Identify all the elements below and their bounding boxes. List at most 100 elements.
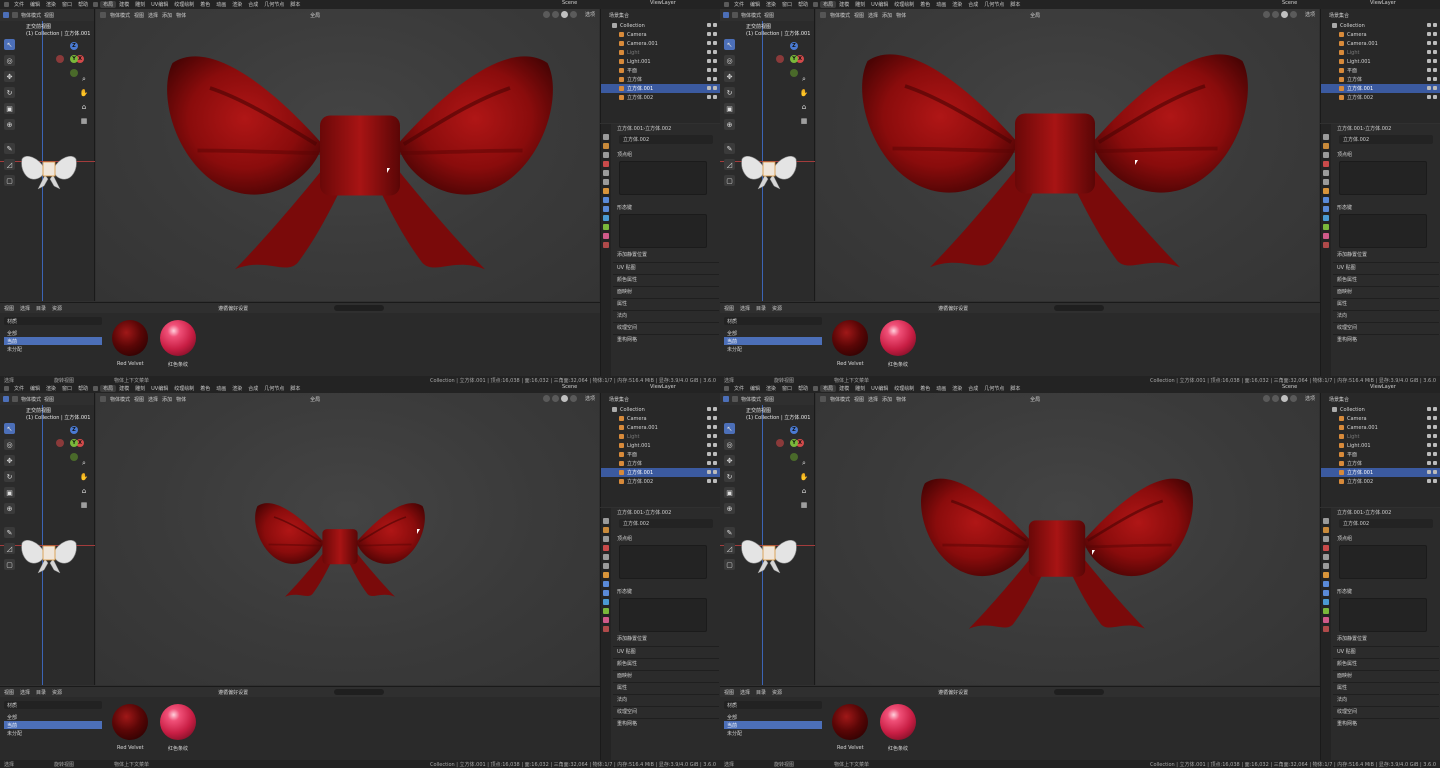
menu-item[interactable]: 着色 (197, 1, 213, 8)
menu-item[interactable]: 几何节点 (261, 1, 287, 8)
viewport-menu-item[interactable]: 选择 (868, 396, 878, 403)
red-bow-model[interactable] (252, 484, 428, 605)
menu-item[interactable]: 合成 (245, 385, 261, 392)
camera-icon[interactable] (713, 461, 717, 465)
cursor-icon[interactable]: ◎ (724, 55, 735, 66)
material-thumb-pink[interactable] (160, 704, 196, 740)
menu-item[interactable]: 渲染 (229, 1, 245, 8)
properties-tab-icon[interactable] (603, 599, 609, 605)
properties-tab-icon[interactable] (603, 224, 609, 230)
menu-item[interactable]: 几何节点 (981, 385, 1007, 392)
camera-icon[interactable] (1433, 416, 1437, 420)
eye-icon[interactable] (707, 68, 711, 72)
scale-icon[interactable]: ▣ (4, 487, 15, 498)
eye-icon[interactable] (1427, 461, 1431, 465)
camera-icon[interactable] (1433, 68, 1437, 72)
menu-item[interactable]: 合成 (965, 1, 981, 8)
menu-item[interactable]: 渲染 (43, 385, 59, 392)
properties-tab-icon[interactable] (603, 536, 609, 542)
menu-item[interactable]: 帮助 (75, 385, 91, 392)
cursor-icon[interactable]: ◎ (724, 439, 735, 450)
menu-item[interactable]: 渲染 (949, 1, 965, 8)
eye-icon[interactable] (707, 95, 711, 99)
catalog-setting[interactable]: 遵循偏好设置 (218, 305, 248, 312)
vertex-groups-section[interactable]: 顶点组 (1333, 150, 1439, 159)
asset-menu-item[interactable]: 视图 (724, 689, 734, 696)
properties-tab-icon[interactable] (1323, 626, 1329, 632)
properties-tab-icon[interactable] (1323, 617, 1329, 623)
properties-section[interactable]: 颜色属性 (1333, 274, 1439, 283)
eye-icon[interactable] (1427, 23, 1431, 27)
camera-icon[interactable] (713, 443, 717, 447)
menu-item[interactable]: 建模 (116, 385, 132, 392)
measure-icon[interactable]: ◿ (724, 543, 735, 554)
transform-icon[interactable]: ⊕ (4, 503, 15, 514)
menu-item[interactable]: UV编辑 (868, 1, 891, 8)
solid-shading-icon[interactable] (1272, 395, 1279, 402)
grid-view-icon[interactable]: ▦ (80, 501, 88, 509)
menu-item[interactable]: 编辑 (747, 1, 763, 8)
properties-tab-icon[interactable] (1323, 554, 1329, 560)
cursor-select-icon[interactable]: ↖ (4, 39, 15, 50)
camera-icon[interactable] (713, 425, 717, 429)
catalog-item[interactable]: 当前 (724, 337, 822, 345)
3d-viewport[interactable]: 物体模式 视图 选择 添加 物体 全局 选项 (96, 393, 599, 685)
properties-tab-icon[interactable] (603, 134, 609, 140)
eye-icon[interactable] (1427, 59, 1431, 63)
properties-tab-icon[interactable] (1323, 572, 1329, 578)
eye-icon[interactable] (707, 32, 711, 36)
outliner-row[interactable]: 立方体.002 (601, 477, 720, 486)
catalog-item[interactable]: 当前 (4, 721, 102, 729)
library-select[interactable]: 材质 (4, 701, 102, 709)
menu-item[interactable]: 雕刻 (852, 385, 868, 392)
mesh-name-field[interactable]: 立方体.002 (619, 135, 713, 144)
rotate-icon[interactable]: ↻ (4, 87, 15, 98)
transform-icon[interactable]: ⊕ (724, 503, 735, 514)
asset-menu-item[interactable]: 选择 (740, 689, 750, 696)
solid-shading-icon[interactable] (552, 395, 559, 402)
catalog-setting[interactable]: 遵循偏好设置 (938, 689, 968, 696)
outliner-row[interactable]: 平面 (601, 66, 720, 75)
catalog-item[interactable]: 未分配 (724, 729, 822, 737)
properties-tab-icon[interactable] (603, 188, 609, 194)
material-thumb-velvet[interactable] (832, 320, 868, 356)
pan-hand-icon[interactable]: ✋ (80, 473, 89, 481)
properties-tab-icon[interactable] (603, 152, 609, 158)
editor-type-icon[interactable] (3, 396, 9, 402)
properties-tab-icon[interactable] (603, 518, 609, 524)
material-shading-icon[interactable] (1281, 11, 1288, 18)
grid-view-icon[interactable]: ▦ (80, 117, 88, 125)
options-button[interactable]: 选项 (585, 395, 595, 402)
properties-tab-icon[interactable] (603, 161, 609, 167)
editor-type-icon[interactable] (820, 12, 826, 18)
catalog-item[interactable]: 未分配 (4, 345, 102, 353)
viewport-menu-item[interactable]: 选择 (148, 396, 158, 403)
viewport-menu-item[interactable]: 视图 (134, 12, 144, 19)
zoom-icon[interactable]: ⌕ (80, 459, 88, 467)
catalog-item[interactable]: 全部 (724, 329, 822, 337)
properties-tab-icon[interactable] (1323, 242, 1329, 248)
menu-item[interactable]: 着色 (917, 385, 933, 392)
outliner-row[interactable]: Camera (601, 414, 720, 423)
asset-menu-item[interactable]: 资源 (52, 305, 62, 312)
eye-icon[interactable] (1427, 479, 1431, 483)
catalog-item[interactable]: 全部 (4, 713, 102, 721)
asset-menu-item[interactable]: 资源 (772, 689, 782, 696)
options-button[interactable]: 选项 (1305, 395, 1315, 402)
mode-select[interactable]: 物体模式 (741, 396, 761, 403)
eye-icon[interactable] (1427, 68, 1431, 72)
asset-menu-item[interactable]: 目录 (756, 305, 766, 312)
outliner-row[interactable]: Camera (1321, 414, 1440, 423)
properties-tab-icon[interactable] (1323, 590, 1329, 596)
outliner-row[interactable]: Camera.001 (1321, 423, 1440, 432)
menu-item[interactable]: 几何节点 (261, 385, 287, 392)
properties-section[interactable]: 属性 (1333, 298, 1439, 307)
outliner-row[interactable]: Light.001 (1321, 57, 1440, 66)
menu-item[interactable]: UV编辑 (148, 1, 171, 8)
eye-icon[interactable] (1427, 41, 1431, 45)
mode-select[interactable]: 物体模式 (741, 12, 761, 19)
vertex-groups-section[interactable]: 顶点组 (613, 150, 719, 159)
eye-icon[interactable] (1427, 50, 1431, 54)
eye-icon[interactable] (1427, 95, 1431, 99)
pan-hand-icon[interactable]: ✋ (800, 89, 809, 97)
